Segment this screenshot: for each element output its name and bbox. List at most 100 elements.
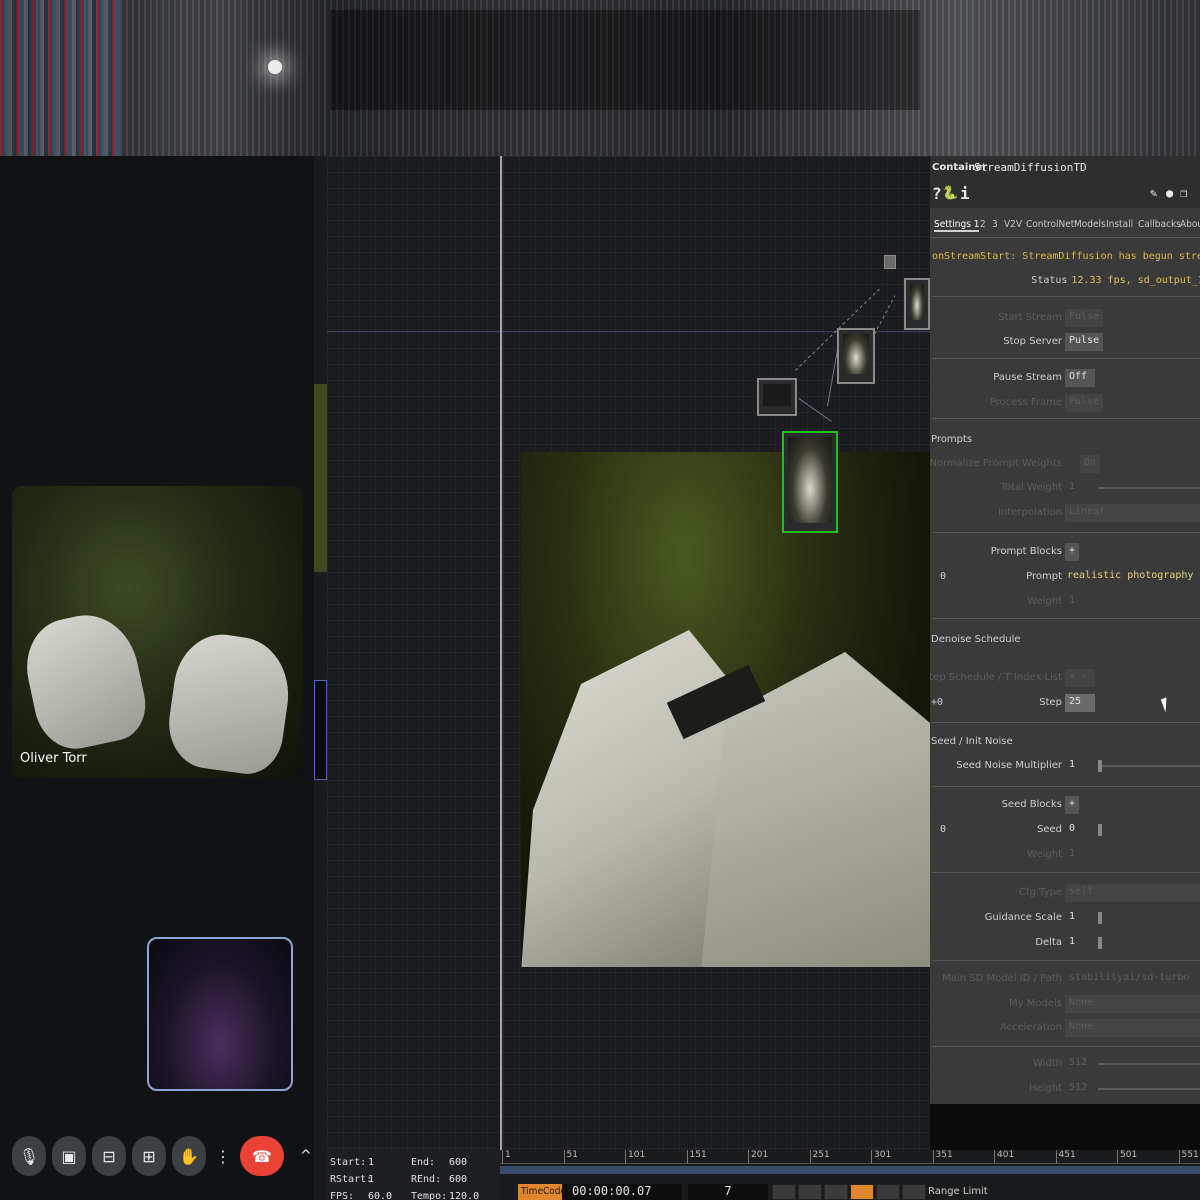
timeline-bar[interactable]	[500, 1166, 1200, 1174]
step-field[interactable]: 25	[1065, 694, 1095, 712]
cfg-type-select[interactable]: self	[1065, 884, 1200, 902]
param-label: Seed	[1037, 824, 1062, 835]
pause-stream-toggle[interactable]: Off	[1065, 369, 1095, 387]
expand-icon[interactable]: ^	[300, 1148, 312, 1164]
step-forward-button[interactable]	[876, 1184, 900, 1200]
seed-noise-knob[interactable]	[1098, 760, 1102, 772]
rend-label: REnd:	[411, 1174, 442, 1185]
node-stream-op[interactable]	[837, 328, 875, 384]
tab-callbacks[interactable]: Callbacks	[1138, 219, 1181, 230]
tab-models[interactable]: Models	[1074, 219, 1106, 230]
width-slider[interactable]	[1098, 1063, 1200, 1065]
param-width: Width 512	[930, 1054, 1200, 1074]
tab-install[interactable]: Install	[1106, 219, 1133, 230]
prompt-weight-field[interactable]: 1	[1065, 593, 1095, 611]
seed-weight-field[interactable]: 1	[1065, 846, 1095, 864]
end-call-button[interactable]: ☎	[240, 1136, 284, 1176]
tab-v2v[interactable]: V2V	[1004, 219, 1022, 230]
node-input[interactable]	[757, 378, 797, 416]
tab-settings-2[interactable]: 2	[980, 219, 986, 230]
seed-field[interactable]: 0	[1065, 821, 1095, 839]
timeline-tick: 301	[871, 1150, 891, 1164]
glove-left-image	[17, 605, 153, 757]
interpolation-select[interactable]: Linear	[1065, 504, 1200, 522]
param-label: Prompt Blocks	[990, 546, 1062, 557]
rend-value[interactable]: 600	[449, 1174, 467, 1185]
add-seed-block-button[interactable]: +	[1065, 796, 1080, 814]
param-label: My Models	[1009, 998, 1062, 1009]
node-null[interactable]	[884, 255, 896, 269]
acceleration-select[interactable]: None	[1065, 1019, 1200, 1037]
playhead-line[interactable]	[500, 156, 502, 1150]
timecode-field[interactable]: 00:00:00.07	[562, 1184, 682, 1200]
participant-video-tile[interactable]: Oliver Torr	[12, 486, 303, 778]
param-label: Seed Blocks	[1001, 799, 1062, 810]
guidance-knob[interactable]	[1098, 912, 1102, 924]
rstart-value[interactable]: 1	[368, 1174, 374, 1185]
timeline-ruler[interactable]: 1 51 101 151 201 251 301 351 401 451 501 551	[500, 1150, 1200, 1164]
param-label: Pause Stream	[993, 372, 1062, 383]
pencil-icon[interactable]: ✎	[1150, 186, 1157, 200]
process-frame-button[interactable]: Pulse	[1065, 394, 1104, 412]
step-schedule-buttons[interactable]: + -	[1065, 669, 1095, 687]
divider	[932, 722, 1200, 723]
play-button[interactable]	[850, 1184, 874, 1200]
tab-about[interactable]: About	[1180, 219, 1200, 230]
node-output[interactable]	[904, 278, 930, 330]
play-reverse-button[interactable]	[824, 1184, 848, 1200]
end-button[interactable]	[902, 1184, 926, 1200]
seed-noise-field[interactable]: 1	[1065, 757, 1095, 775]
stop-server-button[interactable]: Pulse	[1065, 333, 1104, 351]
present-button[interactable]: ⊞	[132, 1136, 166, 1176]
seed-noise-slider[interactable]	[1098, 765, 1200, 767]
copy-icon[interactable]: ❐	[1180, 186, 1187, 200]
timeline: 1 51 101 151 201 251 301 351 401 451 501 551 TimeCo…	[500, 1150, 1200, 1200]
total-weight-field[interactable]: 1	[1065, 479, 1095, 497]
mic-button[interactable]: 🎙	[12, 1136, 46, 1176]
edge-frame-sliver	[314, 680, 327, 780]
fps-label: FPS:	[330, 1191, 355, 1200]
op-name[interactable]: StreamDiffusionTD	[974, 161, 1087, 174]
more-options-button[interactable]: ⋮	[212, 1136, 234, 1176]
node-streamdiffusiontd[interactable]	[782, 431, 838, 533]
start-stream-button[interactable]: Pulse	[1065, 309, 1104, 327]
guidance-field[interactable]: 1	[1065, 909, 1095, 927]
param-label: Acceleration	[999, 1022, 1062, 1033]
captions-button[interactable]: ⊟	[92, 1136, 126, 1176]
height-slider[interactable]	[1098, 1088, 1200, 1090]
rewind-button[interactable]	[772, 1184, 796, 1200]
self-view-tile[interactable]	[147, 937, 293, 1091]
add-prompt-block-button[interactable]: +	[1065, 543, 1080, 561]
start-value[interactable]: 1	[368, 1157, 374, 1168]
normalize-toggle[interactable]: On	[1080, 455, 1101, 473]
network-editor[interactable]	[327, 156, 930, 1150]
seed-knob[interactable]	[1098, 824, 1102, 836]
param-normalize: Normalize Prompt Weights On	[930, 454, 1200, 474]
tab-settings-3[interactable]: 3	[992, 219, 998, 230]
param-label: Seed Noise Multiplier	[956, 760, 1062, 771]
frame-field[interactable]: 7	[688, 1184, 768, 1200]
delta-field[interactable]: 1	[1065, 934, 1095, 952]
tempo-value[interactable]: 120.0	[449, 1191, 479, 1200]
help-icon[interactable]: ?	[932, 184, 942, 203]
width-field[interactable]: 512	[1065, 1055, 1095, 1073]
delta-knob[interactable]	[1098, 937, 1102, 949]
my-models-select[interactable]: None	[1065, 995, 1200, 1013]
step-index: +0	[931, 697, 944, 708]
model-path-field[interactable]: stabilityai/sd-turbo	[1065, 970, 1193, 988]
height-field[interactable]: 512	[1065, 1080, 1095, 1098]
camera-button[interactable]: ▣	[52, 1136, 86, 1176]
tab-settings-1[interactable]: Settings 1	[934, 219, 980, 232]
timeline-tick: 551	[1178, 1150, 1199, 1164]
fps-value[interactable]: 60.0	[368, 1191, 392, 1200]
end-label: End:	[411, 1157, 436, 1168]
comment-icon[interactable]: ●	[1166, 186, 1173, 200]
raise-hand-button[interactable]: ✋	[172, 1136, 206, 1176]
total-weight-slider[interactable]	[1098, 487, 1200, 489]
tab-controlnet[interactable]: ControlNet	[1026, 219, 1074, 230]
end-value[interactable]: 600	[449, 1157, 467, 1168]
prompt-text-field[interactable]: realistic photography of a d	[1067, 570, 1200, 581]
info-icon[interactable]: i	[960, 184, 970, 203]
step-back-button[interactable]	[798, 1184, 822, 1200]
python-icon[interactable]: 🐍	[942, 186, 958, 201]
